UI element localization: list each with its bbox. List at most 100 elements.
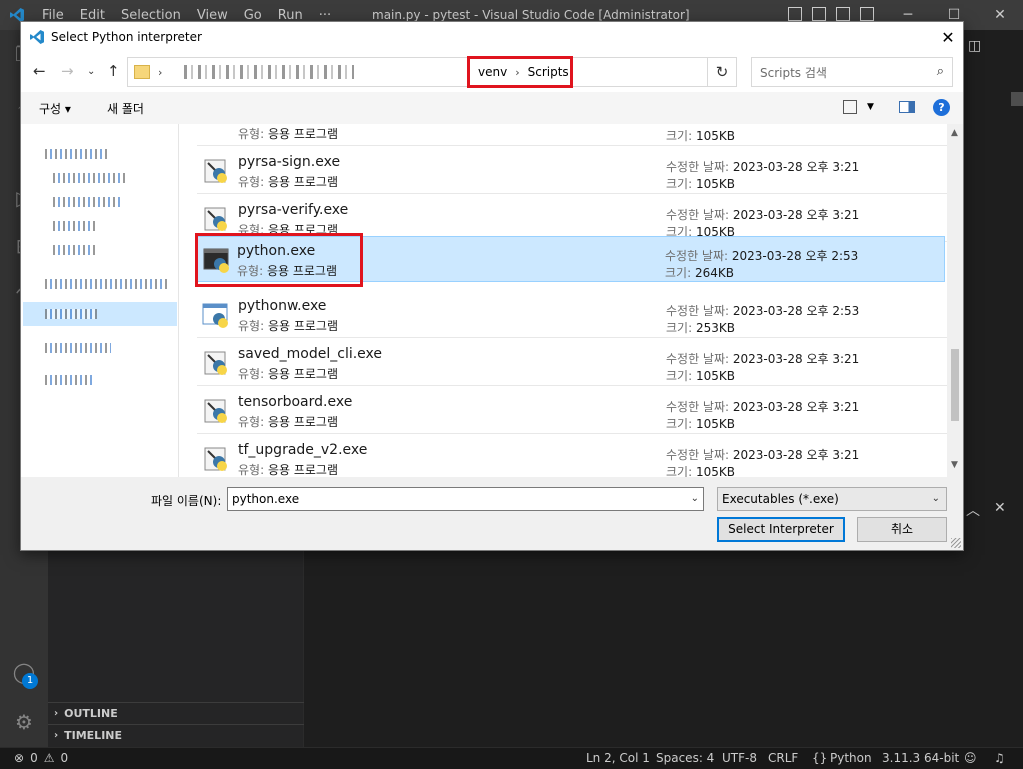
scroll-down-icon[interactable]: ▼ — [951, 460, 958, 470]
chevron-up-icon[interactable]: ︿ — [966, 500, 980, 520]
change-view-icon[interactable] — [843, 100, 857, 114]
language-mode[interactable]: Python — [830, 751, 872, 765]
toggle-secondary-sidebar-icon[interactable] — [836, 7, 850, 21]
dialog-titlebar: Select Python interpreter ✕ — [21, 22, 963, 52]
script-exe-icon — [204, 447, 227, 471]
file-modified: 수정한 날짜: 2023-03-28 오후 3:21 — [666, 400, 860, 414]
file-type: 유형: 응용 프로그램 — [238, 175, 339, 189]
editor-scrollbar[interactable] — [1011, 92, 1023, 106]
resize-grip[interactable] — [951, 538, 961, 548]
window-title: main.py - pytest - Visual Studio Code [A… — [372, 8, 690, 22]
recent-locations-chevron-icon[interactable]: ⌄ — [87, 66, 95, 77]
problems-indicator[interactable]: ⊗ 0 ⚠ 0 — [14, 751, 68, 765]
cursor-position[interactable]: Ln 2, Col 1 — [586, 751, 650, 765]
indentation[interactable]: Spaces: 4 — [656, 751, 714, 765]
layout-controls — [788, 7, 874, 21]
organize-button[interactable]: 구성 ▾ — [39, 100, 71, 117]
search-box[interactable]: Scripts 검색 ⌕ — [751, 57, 953, 87]
file-size: 크기: 105KB — [666, 177, 735, 191]
script-exe-icon — [204, 399, 227, 423]
error-icon: ⊗ — [14, 751, 25, 765]
file-name: pyrsa-verify.exe — [238, 202, 349, 218]
file-type: 유형: 응용 프로그램 — [238, 127, 339, 141]
file-row[interactable]: pyrsa-sign.exe 유형: 응용 프로그램 수정한 날짜: 2023-… — [197, 148, 947, 194]
outline-section[interactable]: › OUTLINE — [48, 702, 304, 724]
nav-item[interactable] — [45, 146, 109, 162]
file-row[interactable]: pythonw.exe 유형: 응용 프로그램 수정한 날짜: 2023-03-… — [197, 292, 947, 338]
file-list-scrollbar[interactable]: ▲ ▼ — [947, 124, 963, 477]
nav-item[interactable] — [45, 276, 169, 292]
obscured-path — [184, 65, 355, 79]
end-of-line[interactable]: CRLF — [768, 751, 798, 765]
nav-item[interactable] — [53, 242, 97, 258]
highlight-annotation — [195, 233, 363, 287]
filename-input[interactable]: python.exe ⌄ — [227, 487, 704, 511]
filetype-select[interactable]: Executables (*.exe) ⌄ — [717, 487, 947, 511]
split-editor-icon[interactable]: ◫ — [968, 38, 981, 54]
nav-item[interactable] — [45, 306, 97, 322]
file-name: tensorboard.exe — [238, 394, 353, 410]
window-close-icon[interactable]: ✕ — [977, 0, 1023, 30]
file-modified: 수정한 날짜: 2023-03-28 오후 3:21 — [666, 208, 860, 222]
up-arrow-icon[interactable]: ↑ — [107, 62, 120, 80]
encoding[interactable]: UTF-8 — [722, 751, 757, 765]
chevron-down-icon: ⌄ — [931, 493, 940, 504]
panel-close-icon[interactable]: ✕ — [994, 500, 1006, 520]
search-icon: ⌕ — [936, 64, 944, 79]
search-placeholder: Scripts 검색 — [760, 65, 827, 80]
file-size: 크기: 105KB — [666, 465, 735, 477]
select-interpreter-button[interactable]: Select Interpreter — [717, 517, 845, 542]
braces-icon: {} — [812, 751, 828, 765]
file-size: 크기: 253KB — [666, 321, 735, 335]
back-arrow-icon[interactable]: ← — [33, 62, 46, 80]
nav-item[interactable] — [45, 372, 95, 388]
feedback-icon[interactable]: ☺ — [964, 751, 977, 765]
new-folder-button[interactable]: 새 폴더 — [107, 100, 144, 117]
customize-layout-icon[interactable] — [860, 7, 874, 21]
toggle-panel-icon[interactable] — [812, 7, 826, 21]
scroll-up-icon[interactable]: ▲ — [951, 128, 958, 138]
cancel-button[interactable]: 취소 — [857, 517, 947, 542]
file-name: tf_upgrade_v2.exe — [238, 442, 368, 458]
preview-pane-icon[interactable] — [899, 101, 915, 113]
filename-label: 파일 이름(N): — [151, 494, 222, 508]
address-bar[interactable]: › venv › Scripts ⌄ — [127, 56, 797, 88]
manage-gear-icon[interactable]: ⚙ — [12, 710, 36, 734]
file-row[interactable]: saved_model_cli.exe 유형: 응용 프로그램 수정한 날짜: … — [197, 340, 947, 386]
navigation-bar: ← → ⌄ ↑ › venv › Scripts ⌄ ↻ Scripts 검색 … — [21, 52, 963, 92]
file-row[interactable]: tensorboard.exe 유형: 응용 프로그램 수정한 날짜: 2023… — [197, 388, 947, 434]
refresh-icon[interactable]: ↻ — [707, 57, 737, 87]
chevron-right-icon: › — [54, 730, 59, 741]
nav-item[interactable] — [53, 170, 127, 186]
notifications-bell-icon[interactable]: ♫ — [994, 751, 1005, 765]
crumb-scripts[interactable]: Scripts — [528, 65, 569, 79]
help-icon[interactable]: ? — [933, 99, 950, 116]
file-type: 유형: 응용 프로그램 — [238, 415, 339, 429]
toggle-sidebar-icon[interactable] — [788, 7, 802, 21]
dialog-toolbar: 구성 ▾ 새 폴더 ▼ ? — [21, 92, 963, 124]
file-row[interactable]: tf_upgrade_v2.exe 유형: 응용 프로그램 수정한 날짜: 20… — [197, 436, 947, 477]
forward-arrow-icon[interactable]: → — [61, 62, 74, 80]
interpreter-version[interactable]: 3.11.3 64-bit — [882, 751, 959, 765]
highlighted-path: venv › Scripts — [467, 56, 573, 88]
script-exe-icon — [204, 207, 227, 231]
chevron-down-icon[interactable]: ⌄ — [691, 488, 699, 510]
script-exe-icon — [204, 351, 227, 375]
file-name: pyrsa-sign.exe — [238, 154, 341, 170]
crumb-chevron-icon: › — [515, 65, 520, 79]
nav-item[interactable] — [53, 194, 121, 210]
status-bar: ⊗ 0 ⚠ 0 Ln 2, Col 1 Spaces: 4 UTF-8 CRLF… — [0, 747, 1023, 769]
view-dropdown-icon[interactable]: ▼ — [867, 102, 874, 112]
crumb-venv[interactable]: venv — [478, 65, 507, 79]
file-modified: 수정한 날짜: 2023-03-28 오후 3:21 — [666, 160, 860, 174]
scroll-thumb[interactable] — [951, 349, 959, 421]
file-list[interactable]: 유형: 응용 프로그램 크기: 105KB pyrsa-sign.exe 유형:… — [179, 124, 947, 477]
panel-controls: ︿ ✕ — [966, 500, 1006, 520]
file-size: 크기: 264KB — [665, 266, 734, 280]
nav-item[interactable] — [45, 340, 111, 356]
file-name: pythonw.exe — [238, 298, 327, 314]
timeline-section[interactable]: › TIMELINE — [48, 724, 304, 746]
dialog-close-icon[interactable]: ✕ — [933, 22, 963, 52]
file-row[interactable]: 유형: 응용 프로그램 크기: 105KB — [197, 124, 947, 146]
nav-item[interactable] — [53, 218, 97, 234]
